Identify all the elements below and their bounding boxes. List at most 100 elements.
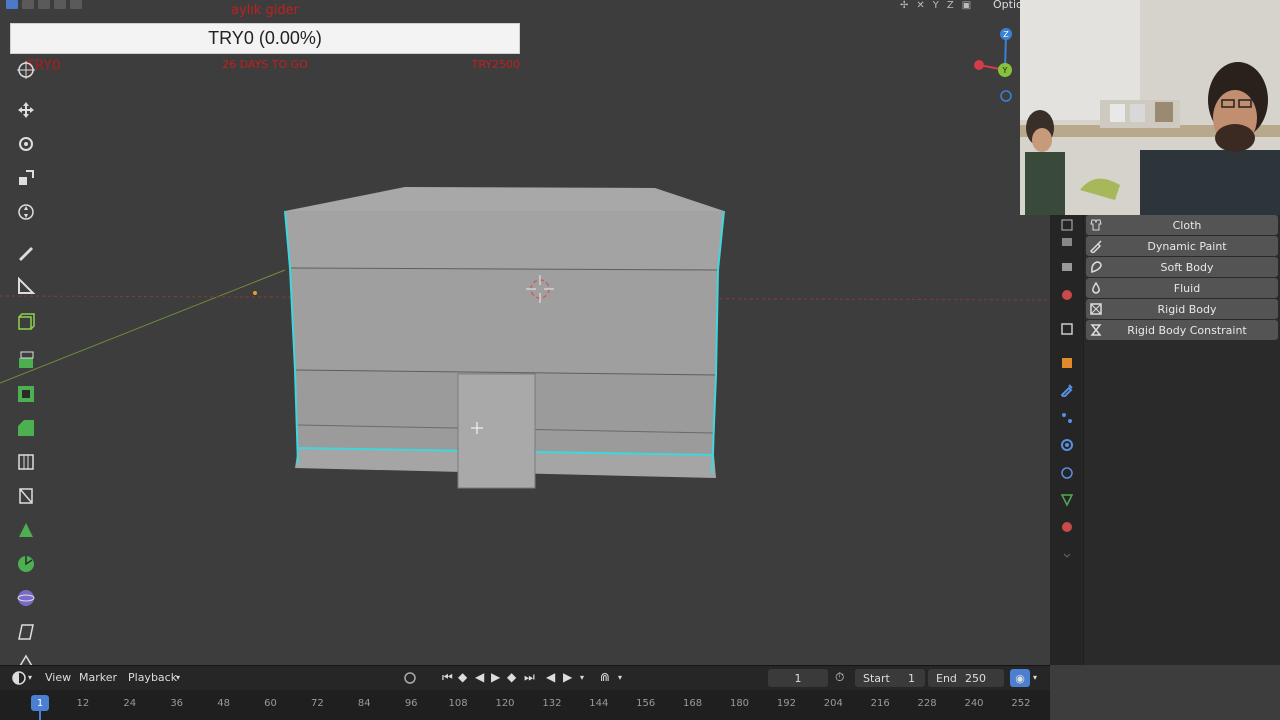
- extrude-icon[interactable]: [14, 348, 38, 372]
- marker-menu[interactable]: Marker: [79, 671, 117, 684]
- transform-icon[interactable]: [14, 200, 38, 224]
- scale-icon[interactable]: [14, 166, 38, 190]
- physics-rigid-body-button[interactable]: Rigid Body: [1086, 299, 1278, 319]
- frame-tick-label: 204: [823, 698, 843, 709]
- navigation-gizmo[interactable]: Z Y: [965, 22, 1025, 107]
- play-icon[interactable]: ▶: [491, 670, 500, 684]
- gizmo-neg-z-axis: [1000, 90, 1012, 102]
- rip-icon[interactable]: [14, 650, 38, 665]
- object-tab-icon[interactable]: [1060, 356, 1074, 370]
- render-tab-icon[interactable]: [1060, 235, 1074, 249]
- playhead-line: [39, 711, 41, 720]
- tool-tab-icon[interactable]: [1060, 218, 1074, 232]
- physics-tab-icon[interactable]: [1060, 438, 1074, 452]
- editor-type-icon[interactable]: [12, 671, 26, 685]
- overlay-icon[interactable]: ▣: [962, 0, 971, 11]
- knife-icon[interactable]: [14, 484, 38, 508]
- overlay-goal-label: TRY2500: [471, 58, 520, 71]
- timeline-editor: ▾ View Marker Playback ▾ ⏮ ◆ ◀ ▶ ◆ ⏭ ◀ ▶…: [0, 665, 1050, 720]
- snap-icon[interactable]: ✕: [916, 0, 924, 11]
- frame-tick-label: 84: [357, 698, 371, 709]
- add-cube-icon[interactable]: [14, 310, 38, 334]
- view-menu[interactable]: View: [45, 671, 71, 684]
- frame-tick-label: 48: [217, 698, 230, 709]
- cursor-icon[interactable]: [14, 58, 38, 82]
- world-tab-icon[interactable]: [1060, 288, 1074, 302]
- annotate-icon[interactable]: [14, 240, 38, 264]
- frame-tick-label: 36: [170, 698, 184, 709]
- frame-tick-label: 192: [776, 698, 796, 709]
- jump-end-icon[interactable]: ⏭: [524, 670, 535, 685]
- playback-menu[interactable]: Playback: [128, 671, 177, 684]
- smooth-icon[interactable]: [14, 586, 38, 610]
- chevron-down-icon[interactable]: ▾: [580, 673, 584, 682]
- collection-tab-icon[interactable]: [1060, 322, 1074, 336]
- bevel-icon[interactable]: [14, 416, 38, 440]
- rotate-icon[interactable]: [14, 132, 38, 156]
- soft-body-icon: [1088, 259, 1104, 275]
- physics-rigid-body-constraint-button[interactable]: Rigid Body Constraint: [1086, 320, 1278, 340]
- measure-icon[interactable]: [14, 274, 38, 298]
- particles-tab-icon[interactable]: [1060, 411, 1074, 425]
- chevron-down-icon[interactable]: ▾: [176, 673, 180, 682]
- frame-tick-label: 96: [404, 698, 418, 709]
- frame-ruler[interactable]: 1 12 24 36 48 60 72 84 96 108 120 132 144 156 168 180 1…: [0, 691, 1050, 720]
- playhead[interactable]: 1: [31, 695, 49, 711]
- start-frame-field[interactable]: Start 1: [855, 669, 925, 687]
- chevron-down-icon[interactable]: ▾: [618, 673, 622, 682]
- more-tabs-icon[interactable]: [1060, 548, 1074, 562]
- loop-cut-icon[interactable]: [14, 450, 38, 474]
- step-back-icon[interactable]: ◀: [546, 670, 555, 684]
- snapping-icon[interactable]: ⋒: [600, 670, 610, 684]
- physics-fluid-button[interactable]: Fluid: [1086, 278, 1278, 298]
- gizmo-x-axis: [974, 60, 984, 70]
- physics-cloth-button[interactable]: Cloth: [1086, 215, 1278, 235]
- camera-view-icon[interactable]: ◉: [1010, 669, 1030, 687]
- constraints-tab-icon[interactable]: [1060, 466, 1074, 480]
- spin-icon[interactable]: [14, 552, 38, 576]
- inset-icon[interactable]: [14, 382, 38, 406]
- frame-tick-label: 132: [542, 698, 562, 709]
- stopwatch-icon[interactable]: ⏱: [835, 670, 844, 685]
- output-tab-icon[interactable]: [1060, 260, 1074, 274]
- axis-z-icon[interactable]: Z: [947, 0, 954, 11]
- current-frame-field[interactable]: 1: [768, 669, 828, 687]
- physics-label: Fluid: [1173, 281, 1201, 295]
- auto-keying-icon[interactable]: [403, 671, 417, 685]
- material-tab-icon[interactable]: [1060, 520, 1074, 534]
- frame-tick-label: 156: [636, 698, 656, 709]
- scene-canvas[interactable]: [0, 0, 1050, 665]
- data-tab-icon[interactable]: [1060, 493, 1074, 507]
- jump-keyframe-forward-icon[interactable]: ◆: [507, 670, 516, 684]
- jump-keyframe-back-icon[interactable]: ◆: [458, 670, 467, 684]
- frame-tick-label: 144: [589, 698, 609, 709]
- frame-tick-label: 228: [917, 698, 937, 709]
- poly-build-icon[interactable]: [14, 518, 38, 542]
- cloth-icon: [1088, 217, 1104, 233]
- end-frame-field[interactable]: End 250: [928, 669, 1004, 687]
- physics-label: Cloth: [1172, 218, 1202, 232]
- shear-icon[interactable]: [14, 620, 38, 644]
- axis-y-icon[interactable]: Y: [933, 0, 939, 11]
- physics-label: Rigid Body Constraint: [1127, 323, 1247, 337]
- start-value: 1: [908, 671, 915, 685]
- gizmo-z-label: Z: [1003, 30, 1009, 39]
- physics-dynamic-paint-button[interactable]: Dynamic Paint: [1086, 236, 1278, 256]
- modifier-tab-icon[interactable]: [1060, 383, 1074, 397]
- play-reverse-icon[interactable]: ◀: [475, 670, 484, 684]
- frame-tick-label: 72: [311, 698, 324, 709]
- building-top-face: [285, 187, 724, 211]
- chevron-down-icon[interactable]: ▾: [28, 673, 32, 682]
- physics-soft-body-button[interactable]: Soft Body: [1086, 257, 1278, 277]
- 3d-viewport[interactable]: aylık gider TRY0 (0.00%) TRY0 26 DAYS TO…: [0, 0, 1050, 665]
- transform-pivot-icon[interactable]: ✢: [900, 0, 908, 11]
- move-icon[interactable]: [14, 98, 38, 122]
- frame-tick-label: 60: [264, 698, 277, 709]
- jump-start-icon[interactable]: ⏮: [442, 670, 453, 685]
- brush-icon: [1088, 238, 1104, 254]
- step-forward-icon[interactable]: ▶: [563, 670, 572, 684]
- frame-tick-label: 252: [1011, 698, 1031, 709]
- webcam-image: [1020, 0, 1280, 215]
- start-label: Start: [863, 671, 890, 685]
- chevron-down-icon[interactable]: ▾: [1033, 673, 1037, 682]
